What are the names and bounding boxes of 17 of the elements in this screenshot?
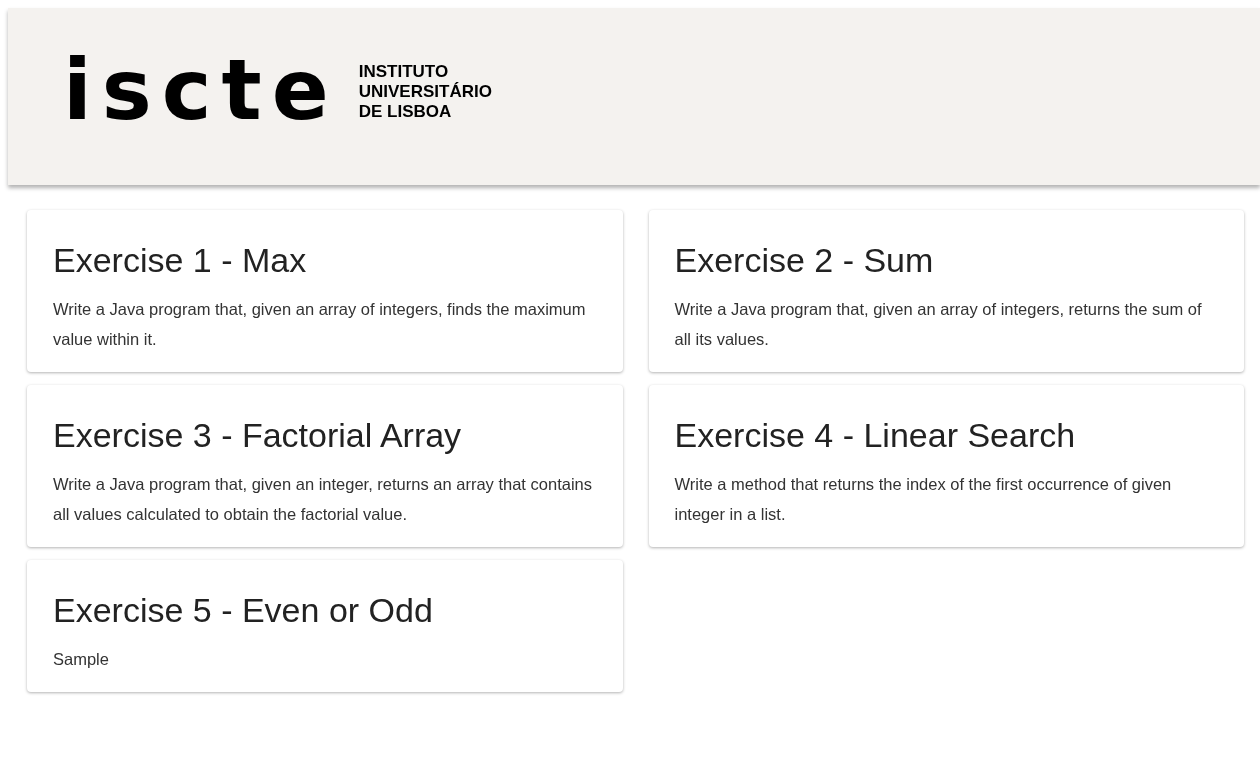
exercise-description: Sample <box>53 649 110 670</box>
exercise-card[interactable]: Exercise 4 - Linear Search Write a method that returns the index of the first occurrence of given integer in a list. <box>648 385 1244 547</box>
exercise-title: Exercise 5 - Even or Odd <box>53 590 434 630</box>
exercise-description: Write a Java program that, given an integer, returns an array that contains all values calculated to obtain the factorial value. <box>53 474 593 525</box>
exercise-title: Exercise 1 - Max <box>53 240 308 280</box>
exercise-card[interactable]: Exercise 3 - Factorial Array Write a Java program that, given an integer, returns an array that contains all values calculated to obtain the factorial value. <box>27 385 623 547</box>
exercise-card[interactable]: Exercise 1 - Max Write a Java program that, given an array of integers, finds the maximum value within it. <box>27 210 623 372</box>
exercise-description: Write a Java program that, given an array of integers, returns the sum of all its values. <box>674 299 1203 350</box>
exercise-title: Exercise 4 - Linear Search <box>674 415 1077 455</box>
exercise-title: Exercise 3 - Factorial Array <box>53 415 463 455</box>
exercise-description: Write a method that returns the index of the first occurrence of given integer in a list. <box>674 474 1173 525</box>
exercise-title: Exercise 2 - Sum <box>674 240 935 280</box>
institution-name: INSTITUTO UNIVERSITÁRIO DE LISBOA <box>358 61 492 122</box>
exercise-description: Write a Java program that, given an array of integers, finds the maximum value within it. <box>53 299 587 350</box>
exercise-card[interactable]: Exercise 2 - Sum Write a Java program that, given an array of integers, returns the sum of all its values. <box>648 210 1244 372</box>
logo-text: iscte <box>63 47 339 132</box>
exercise-card[interactable]: Exercise 5 - Even or Odd Sample <box>27 560 623 692</box>
